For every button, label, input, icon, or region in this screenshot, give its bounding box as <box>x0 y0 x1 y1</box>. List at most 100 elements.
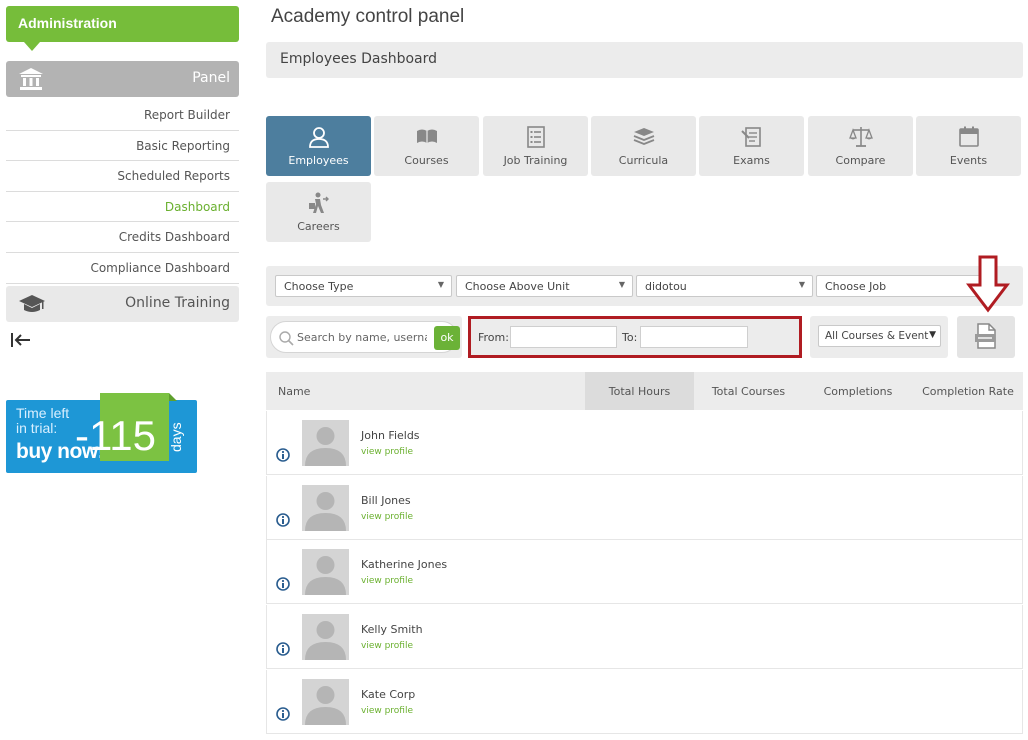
tab-curricula[interactable]: Curricula <box>591 116 696 176</box>
view-profile-link[interactable]: view profile <box>361 512 413 522</box>
dashboard-subtitle: Employees Dashboard <box>266 42 1023 78</box>
chevron-down-icon: ▼ <box>618 280 625 289</box>
collapse-sidebar-icon[interactable] <box>10 331 32 349</box>
tab-exams[interactable]: Exams <box>699 116 804 176</box>
tab-label: Exams <box>733 154 770 167</box>
sidebar-item-scheduled-reports[interactable]: Scheduled Reports <box>6 161 239 192</box>
from-date-input[interactable] <box>510 326 617 348</box>
scale-icon <box>849 127 873 147</box>
sidebar-item-dashboard[interactable]: Dashboard <box>6 192 239 223</box>
panel-label: Panel <box>192 70 230 86</box>
books-stack-icon <box>633 128 655 145</box>
table-row: Kate Corp view profile <box>266 669 1023 734</box>
days-label: days <box>168 422 184 452</box>
avatar <box>302 678 349 725</box>
chevron-down-icon: ▼ <box>437 280 444 289</box>
tab-label: Courses <box>404 154 449 167</box>
info-icon[interactable] <box>276 512 290 527</box>
employee-name[interactable]: Kate Corp <box>361 688 415 701</box>
page-title: Academy control panel <box>271 6 465 27</box>
trial-line-1: Time left <box>16 405 70 421</box>
unit-select[interactable]: didotou ▼ <box>636 275 813 297</box>
type-select[interactable]: Choose Type ▼ <box>275 275 452 297</box>
checklist-icon <box>527 126 545 148</box>
courses-events-select-value: All Courses & Event <box>825 330 929 342</box>
from-label: From: <box>478 331 509 344</box>
graduation-cap-icon <box>19 295 45 312</box>
chevron-down-icon: ▼ <box>929 330 936 340</box>
days-left-number: -115 <box>75 412 156 459</box>
career-icon <box>309 192 329 213</box>
tab-careers[interactable]: Careers <box>266 182 371 242</box>
view-profile-link[interactable]: view profile <box>361 706 413 716</box>
trial-banner[interactable]: Time left in trial: buy now! -115 days <box>6 393 197 473</box>
tab-label: Compare <box>835 154 886 167</box>
to-label: To: <box>622 331 638 344</box>
employee-name[interactable]: Katherine Jones <box>361 558 447 571</box>
date-range-filter: From: To: <box>468 316 802 358</box>
column-header-completions[interactable]: Completions <box>803 372 913 410</box>
job-select-value: Choose Job <box>825 280 887 293</box>
tab-employees[interactable]: Employees <box>266 116 371 176</box>
panel-menu-header[interactable]: Panel <box>6 61 239 97</box>
tab-label: Job Training <box>503 154 568 167</box>
tab-label: Curricula <box>618 154 669 167</box>
info-icon[interactable] <box>276 448 290 462</box>
tab-events[interactable]: Events <box>916 116 1021 176</box>
export-button[interactable] <box>957 316 1015 358</box>
employee-name[interactable]: Kelly Smith <box>361 623 423 636</box>
sidebar-item-basic-reporting[interactable]: Basic Reporting <box>6 131 239 162</box>
table-row: Kelly Smith view profile <box>266 605 1023 670</box>
trial-line-2: in trial: <box>16 420 58 436</box>
sidebar-item-compliance-dashboard[interactable]: Compliance Dashboard <box>6 253 239 284</box>
info-icon[interactable] <box>276 577 290 592</box>
arrow-down-icon <box>966 255 1010 313</box>
table-row: Bill Jones view profile <box>266 475 1023 540</box>
trial-text: Time left in trial: <box>16 406 69 436</box>
administration-header[interactable]: Administration <box>6 6 239 51</box>
tab-label: Careers <box>297 220 340 233</box>
online-training-menu-header[interactable]: Online Training <box>6 286 239 322</box>
online-training-label: Online Training <box>125 295 230 311</box>
info-icon[interactable] <box>276 706 290 721</box>
avatar <box>302 549 349 596</box>
above-unit-select[interactable]: Choose Above Unit ▼ <box>456 275 633 297</box>
type-select-value: Choose Type <box>284 280 354 293</box>
to-date-input[interactable] <box>640 326 748 348</box>
search-input[interactable]: Search by name, usernar ok <box>270 321 460 353</box>
above-unit-select-value: Choose Above Unit <box>465 280 570 293</box>
tab-courses[interactable]: Courses <box>374 116 479 176</box>
search-placeholder: Search by name, usernar <box>297 331 427 344</box>
avatar <box>302 614 349 661</box>
tab-compare[interactable]: Compare <box>808 116 913 176</box>
search-icon <box>279 331 294 346</box>
avatar <box>302 420 349 466</box>
view-profile-link[interactable]: view profile <box>361 576 413 586</box>
column-header-total-hours[interactable]: Total Hours <box>585 372 694 410</box>
column-header-completion-rate[interactable]: Completion Rate <box>913 372 1023 410</box>
courses-events-select[interactable]: All Courses & Event ▼ <box>818 325 941 347</box>
avatar <box>302 484 349 531</box>
view-profile-link[interactable]: view profile <box>361 641 413 651</box>
employee-name[interactable]: John Fields <box>361 429 420 442</box>
info-icon[interactable] <box>276 642 290 656</box>
view-profile-link[interactable]: view profile <box>361 447 413 457</box>
column-header-total-courses[interactable]: Total Courses <box>694 372 803 410</box>
document-export-icon <box>975 323 996 349</box>
search-ok-button[interactable]: ok <box>434 326 460 350</box>
user-icon <box>309 127 329 148</box>
employee-name[interactable]: Bill Jones <box>361 494 411 507</box>
sidebar-item-credits-dashboard[interactable]: Credits Dashboard <box>6 222 239 253</box>
filter-bar: Choose Type ▼ Choose Above Unit ▼ didoto… <box>266 266 1023 306</box>
sidebar-item-report-builder[interactable]: Report Builder <box>6 100 239 131</box>
chevron-down-icon: ▼ <box>798 280 805 289</box>
table-row: John Fields view profile <box>266 411 1023 475</box>
column-header-name[interactable]: Name <box>278 372 310 410</box>
calendar-icon <box>959 126 979 147</box>
tab-job-training[interactable]: Job Training <box>483 116 588 176</box>
search-container: Search by name, usernar ok <box>266 316 462 358</box>
exam-icon <box>741 127 761 147</box>
table-row: Katherine Jones view profile <box>266 540 1023 605</box>
bank-icon <box>19 68 43 90</box>
tab-label: Events <box>949 154 988 167</box>
